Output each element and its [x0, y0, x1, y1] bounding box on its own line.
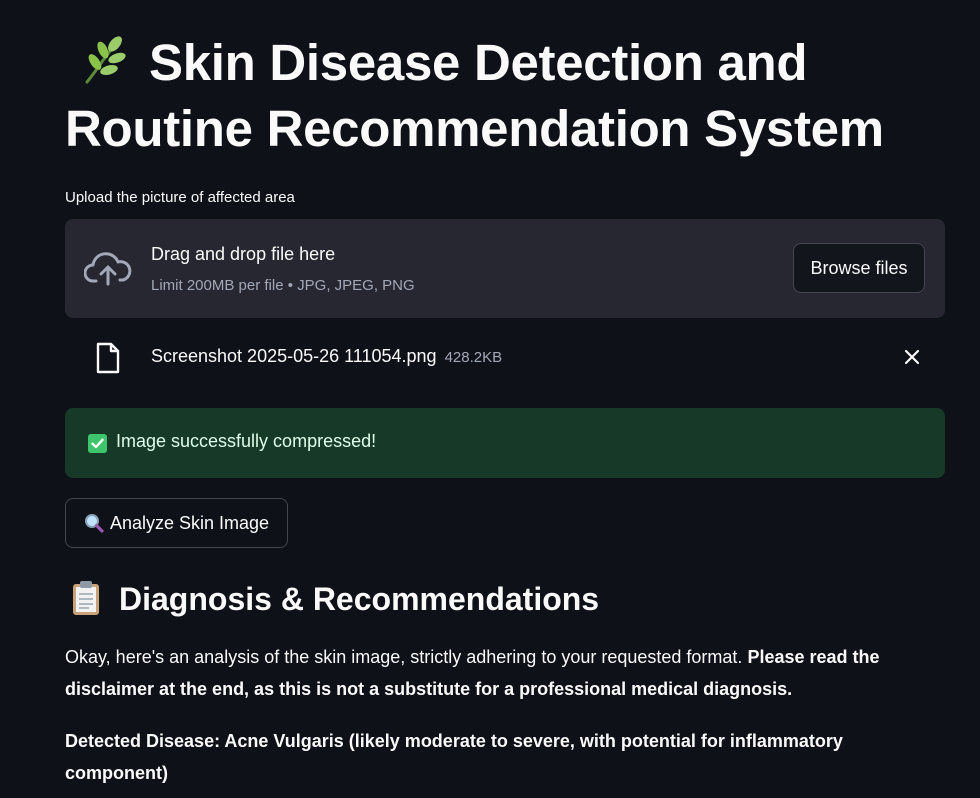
- upload-label: Upload the picture of affected area: [65, 189, 295, 206]
- analysis-intro: Okay, here's an analysis of the skin ima…: [65, 641, 945, 705]
- cloud-upload-icon: [84, 252, 132, 286]
- dropzone-title: Drag and drop file here: [151, 244, 336, 264]
- dropzone-limit-text: Limit 200MB per file • JPG, JPEG, PNG: [151, 277, 415, 294]
- file-dropzone[interactable]: Drag and drop file here Limit 200MB per …: [65, 219, 945, 318]
- results-heading-text: Diagnosis & Recommendations: [119, 581, 600, 617]
- file-icon: [96, 342, 120, 374]
- results-heading: Diagnosis & Recommendations: [65, 578, 599, 620]
- check-mark-icon: [88, 434, 107, 453]
- page-title-text: Skin Disease Detection and Routine Recom…: [65, 34, 884, 157]
- magnifying-glass-icon: [84, 513, 104, 533]
- success-message: Image successfully compressed!: [116, 431, 377, 451]
- clipboard-icon: [73, 581, 99, 615]
- detected-disease: Detected Disease: Acne Vulgaris (likely …: [65, 731, 843, 783]
- file-name-text: Screenshot 2025-05-26 111054.png: [151, 346, 437, 366]
- herb-icon: [85, 36, 126, 84]
- browse-files-button[interactable]: Browse files: [793, 243, 925, 293]
- analyze-skin-image-button[interactable]: Analyze Skin Image: [65, 498, 288, 548]
- file-name: Screenshot 2025-05-26 111054.png 428.2KB: [151, 346, 502, 367]
- app-page: Skin Disease Detection and Routine Recom…: [0, 0, 980, 798]
- analysis-intro-text: Okay, here's an analysis of the skin ima…: [65, 647, 748, 667]
- file-size: 428.2KB: [444, 349, 503, 366]
- uploaded-file-item: Screenshot 2025-05-26 111054.png 428.2KB: [65, 338, 945, 378]
- page-title: Skin Disease Detection and Routine Recom…: [65, 30, 945, 162]
- success-alert: Image successfully compressed!: [65, 408, 945, 478]
- analyze-button-label: Analyze Skin Image: [109, 512, 270, 533]
- close-icon[interactable]: [903, 348, 921, 366]
